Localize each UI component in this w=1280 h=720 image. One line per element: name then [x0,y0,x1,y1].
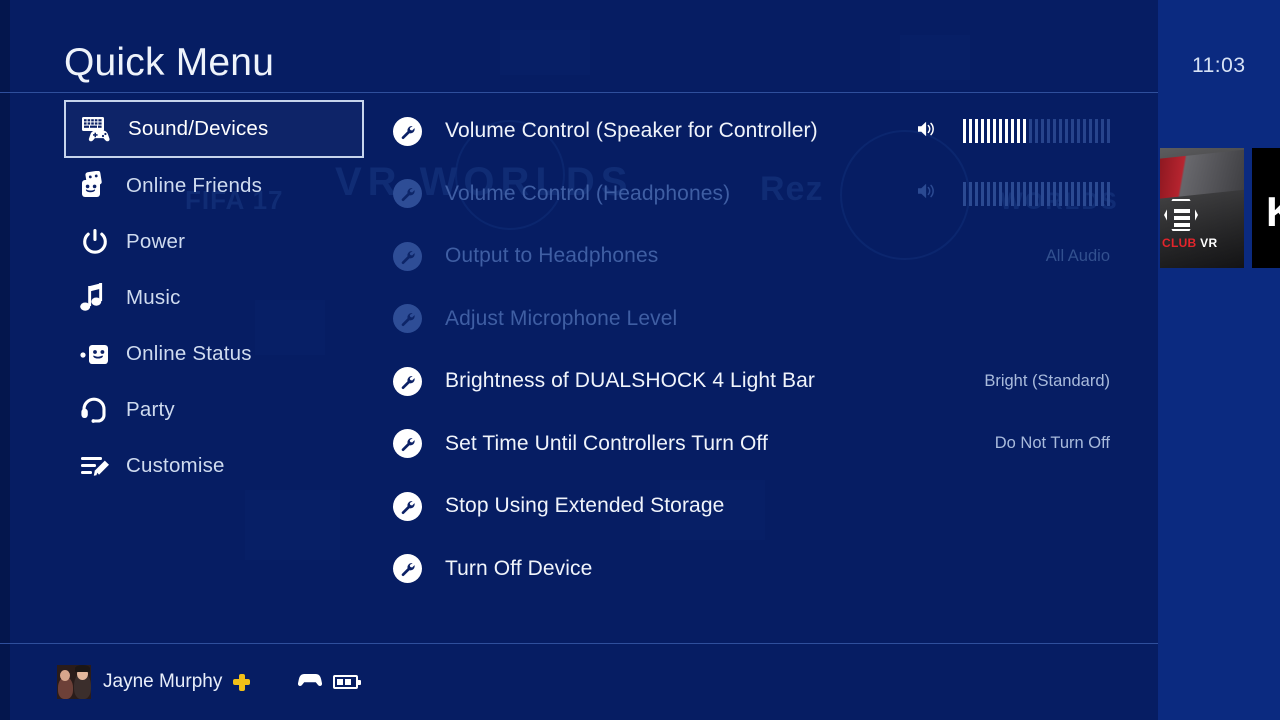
keyboard-controller-icon [82,116,128,142]
tile-title-ki: KI [1266,188,1280,236]
music-note-icon [80,282,126,314]
tile-artwork [1160,148,1244,200]
wrench-icon [393,116,445,146]
row-value: All Audio [1045,246,1110,265]
row-label: Output to Headphones [445,244,659,268]
row-value: Bright (Standard) [984,371,1110,390]
user-name: Jayne Murphy [103,671,223,692]
settings-row[interactable]: Volume Control (Headphones) [393,163,1133,226]
wrench-icon [393,179,445,209]
sidebar-item-label: Party [126,398,175,421]
wrench-icon [393,429,445,459]
power-icon [80,227,126,257]
online-status-icon [80,341,126,367]
sidebar-item-customise[interactable]: Customise [64,438,364,494]
sidebar-item-label: Music [126,286,181,309]
sidebar-item-music[interactable]: Music [64,270,364,326]
ps4-quick-menu-screen: 11:03 CLUB VR KI FIFA 17 VR WORLDS Rez W… [0,0,1280,720]
customise-pencil-icon [80,452,126,480]
sidebar-item-label: Power [126,230,186,253]
row-label: Adjust Microphone Level [445,306,678,330]
game-tile-ki[interactable]: KI [1252,148,1280,268]
home-screen-strip: 11:03 CLUB VR KI [1150,0,1280,720]
settings-row[interactable]: Volume Control (Speaker for Controller) [393,100,1133,163]
sidebar-item-online-friends[interactable]: Online Friends [64,158,364,214]
settings-list: Volume Control (Speaker for Controller) V… [393,100,1133,600]
speaker-icon [918,183,937,204]
sidebar-item-online-status[interactable]: Online Status [64,326,364,382]
settings-row[interactable]: Adjust Microphone Level [393,288,1133,351]
panel-left-rail [0,0,10,720]
sidebar-item-sound-devices[interactable]: Sound/Devices [64,100,364,158]
volume-bar[interactable] [963,119,1110,144]
sidebar: Sound/Devices Online Friends Power Music… [64,100,364,494]
sidebar-item-label: Customise [126,454,225,477]
battery-icon [333,675,362,689]
friends-icon [80,171,126,201]
settings-row[interactable]: Turn Off Device [393,538,1133,601]
volume-control[interactable] [918,100,1110,163]
headset-icon [80,395,126,425]
wrench-icon [393,491,445,521]
wrench-icon [393,241,445,271]
speaker-icon [918,121,937,142]
tile-title-white: VR [1200,236,1218,250]
sidebar-item-party[interactable]: Party [64,382,364,438]
controller-icon [298,672,323,692]
row-label: Volume Control (Headphones) [445,181,731,205]
page-title: Quick Menu [64,41,275,84]
row-label: Stop Using Extended Storage [445,494,725,518]
playstation-plus-icon [233,673,251,691]
sidebar-item-label: Online Status [126,342,252,365]
header-divider [0,92,1158,93]
wrench-icon [393,554,445,584]
quick-menu-panel: FIFA 17 VR WORLDS Rez WORLDS Quick Menu [0,0,1158,720]
game-tile-driveclub-vr[interactable]: CLUB VR [1160,148,1244,268]
row-value-wrap: All Audio [1046,225,1110,288]
settings-row[interactable]: Brightness of DUALSHOCK 4 Light Bar Brigh… [393,350,1133,413]
sidebar-item-label: Online Friends [126,174,263,197]
row-value-wrap: Do Not Turn Off [995,413,1110,476]
driveclub-logo-icon [1164,199,1198,231]
wrench-icon [393,366,445,396]
settings-row[interactable]: Stop Using Extended Storage [393,475,1133,538]
system-clock: 11:03 [1192,54,1246,77]
row-label: Set Time Until Controllers Turn Off [445,431,768,455]
tile-title-red: CLUB [1162,236,1197,250]
volume-bar[interactable] [963,181,1110,206]
game-tile-row: CLUB VR KI [1160,148,1280,268]
sidebar-item-power[interactable]: Power [64,214,364,270]
settings-row[interactable]: Set Time Until Controllers Turn Off Do No… [393,413,1133,476]
avatar[interactable] [57,665,91,699]
sidebar-item-label: Sound/Devices [128,117,269,140]
row-value-wrap: Bright (Standard) [984,350,1110,413]
row-value: Do Not Turn Off [994,434,1110,453]
volume-control[interactable] [918,163,1110,226]
row-label: Turn Off Device [445,556,593,580]
row-label: Volume Control (Speaker for Controller) [445,119,818,143]
settings-row[interactable]: Output to Headphones All Audio [393,225,1133,288]
status-bar: Jayne Murphy [0,644,1158,720]
row-label: Brightness of DUALSHOCK 4 Light Bar [445,369,815,393]
wrench-icon [393,304,445,334]
tile-title: CLUB VR [1162,236,1217,250]
